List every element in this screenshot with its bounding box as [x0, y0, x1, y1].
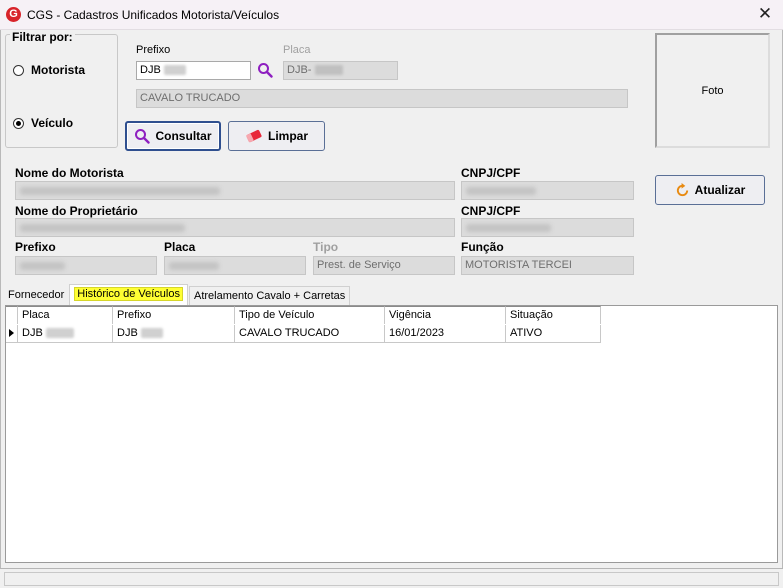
motorista-label: Nome do Motorista: [15, 166, 124, 180]
grid-header-prefixo[interactable]: Prefixo: [113, 306, 235, 324]
funcao-field: MOTORISTA TERCEI: [461, 256, 634, 275]
app-logo-icon: G: [6, 7, 21, 22]
consultar-label: Consultar: [155, 129, 212, 143]
cnpj-label-motorista: CNPJ/CPF: [461, 166, 521, 180]
consultar-button[interactable]: Consultar: [125, 121, 221, 151]
title-bar: G CGS - Cadastros Unificados Motorista/V…: [0, 0, 783, 30]
eraser-icon: [246, 129, 262, 143]
tab-strip: Fornecedor Histórico de Veículos Atrelam…: [4, 283, 351, 305]
tipo-label: Tipo: [313, 240, 339, 254]
placa-field: DJB-: [283, 61, 398, 80]
grid-header-vigencia[interactable]: Vigência: [385, 306, 506, 324]
grid-header-tipo[interactable]: Tipo de Veículo: [235, 306, 385, 324]
grid-header-situacao[interactable]: Situação: [506, 306, 601, 324]
search-icon[interactable]: [257, 62, 273, 78]
motorista-redacted: [20, 187, 220, 195]
prefixo-input[interactable]: DJB: [136, 61, 251, 80]
tab-historico-veiculos-label: Histórico de Veículos: [74, 287, 183, 301]
cell-prefixo-redacted: [140, 328, 163, 339]
cell-prefixo-value: DJB: [117, 327, 138, 339]
grid-header: Placa Prefixo Tipo de Veículo Vigência S…: [6, 306, 601, 324]
radio-motorista[interactable]: Motorista: [13, 63, 85, 77]
radio-motorista-circle[interactable]: [13, 64, 24, 76]
cell-placa-redacted: [45, 328, 74, 339]
proprietario-field: [15, 218, 455, 237]
cell-tipo[interactable]: CAVALO TRUCADO: [235, 325, 385, 343]
vehicle-description-field: CAVALO TRUCADO: [136, 89, 628, 108]
limpar-label: Limpar: [267, 129, 308, 143]
tipo-field: Prest. de Serviço: [313, 256, 455, 275]
proprietario-label: Nome do Proprietário: [15, 204, 138, 218]
radio-veiculo-label: Veículo: [31, 116, 74, 130]
filter-legend: Filtrar por:: [10, 30, 75, 44]
radio-veiculo-circle[interactable]: [13, 117, 24, 129]
photo-box: Foto: [655, 33, 770, 148]
radio-motorista-label: Motorista: [31, 63, 85, 77]
funcao-label: Função: [461, 240, 504, 254]
cell-prefixo[interactable]: DJB: [113, 325, 235, 343]
placa-field-value: DJB-: [287, 64, 312, 76]
placa-label: Placa: [283, 44, 311, 56]
cell-placa-value: DJB: [22, 327, 43, 339]
tab-fornecedor[interactable]: Fornecedor: [4, 286, 69, 305]
row-indicator-icon: [6, 325, 18, 343]
prefixo-redacted: [163, 65, 186, 76]
cnpj-label-proprietario: CNPJ/CPF: [461, 204, 521, 218]
status-panel: [4, 572, 779, 586]
status-bar: [0, 568, 783, 588]
window-title: CGS - Cadastros Unificados Motorista/Veí…: [27, 8, 280, 22]
cell-situacao[interactable]: ATIVO: [506, 325, 601, 343]
cnpj-motorista-redacted: [466, 187, 536, 195]
tab-atrelamento-label: Atrelamento Cavalo + Carretas: [193, 290, 346, 302]
atualizar-button[interactable]: Atualizar: [655, 175, 765, 205]
radio-veiculo[interactable]: Veículo: [13, 116, 73, 130]
table-row[interactable]: DJB DJB CAVALO TRUCADO 16/01/2023 ATIVO: [6, 325, 601, 343]
grid-header-indicator: [6, 306, 18, 324]
refresh-icon: [676, 182, 688, 196]
prefixo-detail-redacted: [20, 262, 65, 270]
grid-header-placa[interactable]: Placa: [18, 306, 113, 324]
prefixo-input-value: DJB: [140, 64, 161, 76]
cnpj-proprietario-redacted: [466, 224, 551, 232]
search-icon: [135, 129, 151, 144]
cnpj-field-motorista: [461, 181, 634, 200]
tab-historico-veiculos[interactable]: Histórico de Veículos: [69, 284, 188, 305]
placa-detail-label: Placa: [164, 240, 196, 254]
placa-detail-field: [164, 256, 306, 275]
photo-label: Foto: [701, 84, 724, 97]
prefixo-detail-label: Prefixo: [15, 240, 56, 254]
tab-fornecedor-label: Fornecedor: [8, 289, 65, 301]
limpar-button[interactable]: Limpar: [228, 121, 325, 151]
cell-placa[interactable]: DJB: [18, 325, 113, 343]
close-icon[interactable]: ✕: [755, 5, 775, 23]
prefixo-detail-field: [15, 256, 157, 275]
cell-vigencia[interactable]: 16/01/2023: [385, 325, 506, 343]
placa-detail-redacted: [169, 262, 219, 270]
filter-groupbox: [5, 34, 118, 148]
prefixo-label: Prefixo: [136, 44, 171, 56]
tab-atrelamento[interactable]: Atrelamento Cavalo + Carretas: [188, 286, 351, 305]
atualizar-label: Atualizar: [694, 183, 746, 197]
motorista-field: [15, 181, 455, 200]
proprietario-redacted: [20, 224, 185, 232]
vehicle-history-grid[interactable]: Placa Prefixo Tipo de Veículo Vigência S…: [5, 305, 778, 563]
placa-redacted: [314, 65, 343, 76]
cnpj-field-proprietario: [461, 218, 634, 237]
